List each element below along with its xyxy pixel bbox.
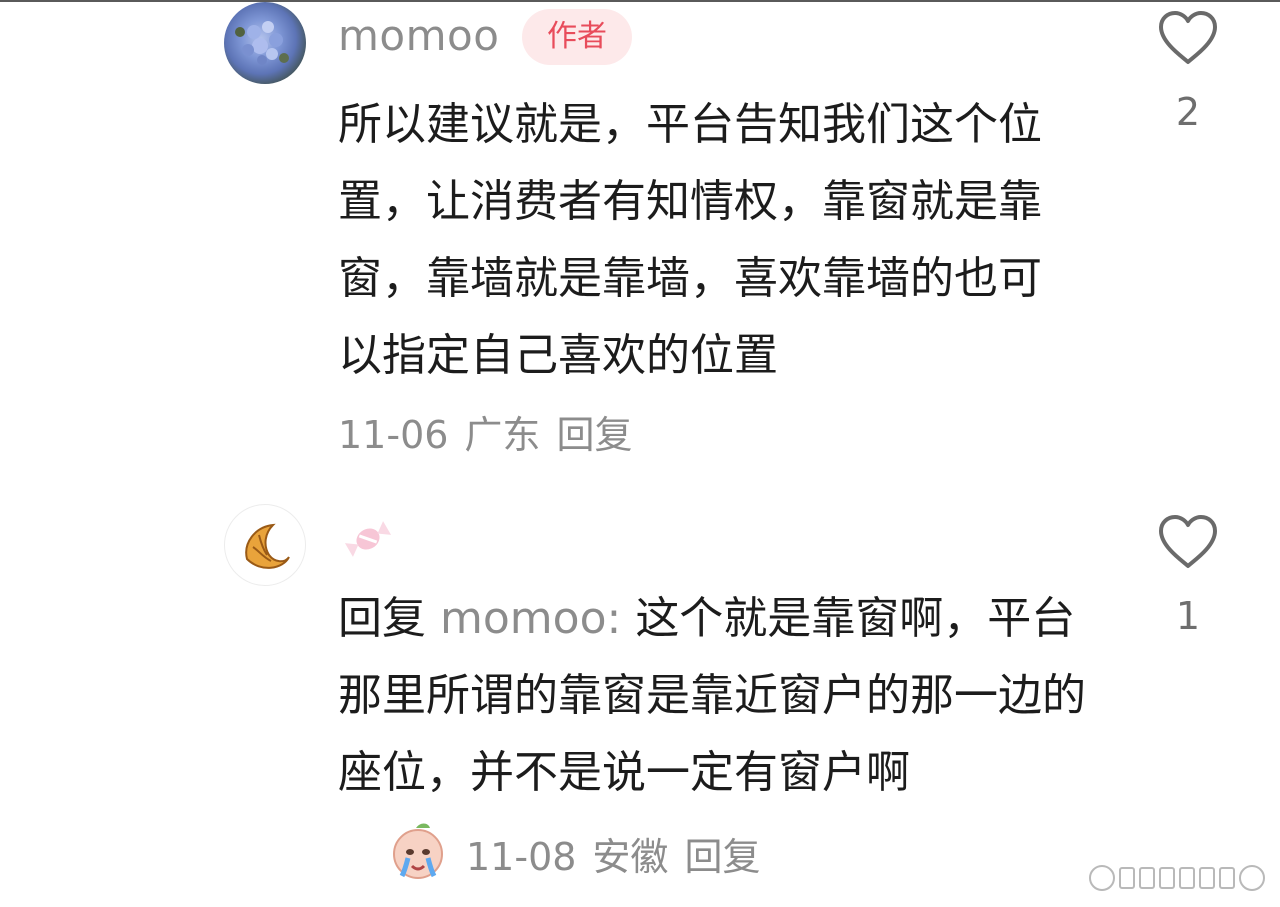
comment-text: 回复 momoo: 这个就是靠窗啊，平台那里所谓的靠窗是靠近窗户的那一边的座位，… [338,580,1098,811]
croissant-icon [245,523,290,569]
comment-item: 回复 momoo: 这个就是靠窗啊，平台那里所谓的靠窗是靠近窗户的那一边的座位，… [0,0,1280,907]
like-control[interactable]: 1 [1150,514,1226,638]
comment-date: 11-08 [466,835,577,879]
like-count: 1 [1175,594,1201,638]
reply-button[interactable]: 回复 [684,835,760,879]
avatar[interactable] [224,504,306,586]
reply-prefix: 回复 [338,593,426,644]
watermark-icon [1089,865,1265,891]
candy-icon [344,521,392,557]
heart-icon[interactable] [1157,514,1219,570]
sticker-icon [393,823,443,879]
reply-target-username[interactable]: momoo: [440,593,621,644]
crying-peach-sticker [386,818,450,882]
comment-meta: 11-08 安徽 回复 [466,826,776,881]
username[interactable] [340,514,396,564]
comment-location: 安徽 [592,835,669,879]
